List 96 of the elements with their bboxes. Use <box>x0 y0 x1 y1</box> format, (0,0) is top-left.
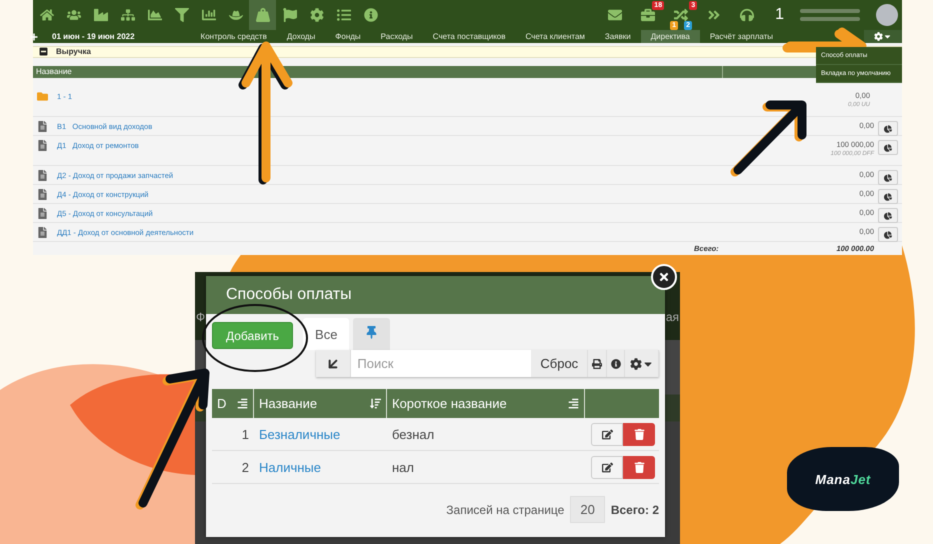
trash-icon <box>634 428 644 440</box>
edit-button[interactable] <box>591 456 623 478</box>
document-icon <box>37 140 48 151</box>
list-icon <box>336 8 350 22</box>
pie-chart-button[interactable] <box>878 140 898 155</box>
double-chevron-icon[interactable] <box>707 8 722 22</box>
column-header[interactable]: D <box>212 389 254 418</box>
home-icon <box>40 8 54 22</box>
edit-icon <box>602 428 612 440</box>
tab[interactable]: Все <box>303 318 350 350</box>
envelope-icon[interactable] <box>608 8 622 22</box>
total-count: Всего: 2 <box>610 502 659 516</box>
per-page-field[interactable]: 20 <box>570 496 605 523</box>
nav-tab[interactable]: Расчёт зарплаты <box>700 30 784 44</box>
delete-button[interactable] <box>623 422 655 446</box>
lines-icon[interactable] <box>568 398 579 409</box>
table-cell-text: нал <box>391 460 415 474</box>
info-icon <box>610 358 621 368</box>
settings-icon <box>310 8 324 22</box>
document-icon <box>37 189 48 200</box>
settings-button[interactable] <box>625 350 659 377</box>
background-text: Ф <box>196 310 206 324</box>
edit-button[interactable] <box>591 422 623 446</box>
pie-chart-button[interactable] <box>878 121 898 136</box>
pie-chart-icon <box>884 144 892 152</box>
settings-icon <box>874 32 883 42</box>
dialog-title: Способы оплаты <box>206 276 665 314</box>
sort-icon[interactable] <box>370 398 381 409</box>
name-link[interactable]: Наличные <box>254 460 387 474</box>
nav-tab[interactable]: Доходы <box>276 30 326 44</box>
briefcase-icon[interactable] <box>641 8 656 22</box>
flag-icon <box>282 8 296 22</box>
headset-icon[interactable] <box>740 8 754 22</box>
lines-icon[interactable] <box>237 398 248 409</box>
column-header[interactable]: Название <box>254 389 387 418</box>
document-icon <box>37 227 48 238</box>
nav-tab[interactable]: Счета поставщиков <box>422 30 516 44</box>
table-cell-text: 2 <box>240 460 250 474</box>
pie-chart-button[interactable] <box>878 208 898 223</box>
avatar[interactable] <box>876 4 898 26</box>
print-button[interactable] <box>588 350 607 377</box>
background-text: ая <box>666 310 679 324</box>
blurred-name-drawing <box>800 7 860 23</box>
document-icon <box>37 170 48 181</box>
info-button[interactable] <box>606 350 626 377</box>
reset-button[interactable]: Сброс <box>531 350 588 377</box>
shuffle-icon[interactable] <box>674 8 688 22</box>
nav-tab[interactable]: Счета клиентам <box>515 30 595 44</box>
section-title: Выручка <box>56 47 91 56</box>
pin-icon <box>365 326 378 339</box>
filter-icon <box>174 8 188 22</box>
nav-tab[interactable]: Расходы <box>370 30 423 44</box>
document-icon <box>37 208 48 219</box>
close-icon <box>658 271 670 283</box>
pie-chart-icon <box>884 174 892 182</box>
counter: 1 <box>775 6 784 24</box>
document-icon <box>37 121 48 132</box>
date-range[interactable]: 01 июн - 19 июн 2022 <box>52 30 135 44</box>
nav-tab[interactable]: Директива <box>640 30 700 44</box>
name-link[interactable]: Безналичные <box>254 426 387 442</box>
print-icon <box>592 358 602 368</box>
hierarchy-icon <box>120 8 134 22</box>
pie-chart-icon <box>884 192 892 200</box>
per-page-label: Записей на странице <box>446 502 564 516</box>
pie-chart-button[interactable] <box>878 227 898 242</box>
nav-tab[interactable]: Заявки <box>594 30 641 44</box>
column-header[interactable]: Короткое название <box>387 389 585 418</box>
users-icon <box>66 8 80 22</box>
folder-icon <box>37 91 48 102</box>
nav-tab[interactable]: Фонды <box>325 30 371 44</box>
factory-icon <box>94 8 108 22</box>
bar-chart-icon <box>202 8 216 22</box>
collapse-icon[interactable] <box>39 47 48 56</box>
pie-chart-icon <box>884 212 892 220</box>
weight-icon <box>256 8 270 22</box>
table-cell-text: безнал <box>391 426 436 442</box>
settings-dropdown[interactable] <box>864 30 902 44</box>
pie-chart-button[interactable] <box>878 170 898 185</box>
settings-icon <box>630 358 642 370</box>
logo: ManaJet <box>787 447 899 511</box>
arrow-button[interactable] <box>316 350 352 377</box>
toolbar-button[interactable] <box>249 0 276 30</box>
pie-chart-icon <box>884 124 892 132</box>
delete-button[interactable] <box>623 456 655 478</box>
trash-icon <box>634 462 644 472</box>
table-cell-text: 1 <box>240 426 250 442</box>
pie-chart-button[interactable] <box>878 189 898 204</box>
nav-tab[interactable]: Контроль средств <box>190 30 277 44</box>
search-field[interactable]: Поиск <box>351 350 532 377</box>
column-header: Название <box>33 66 723 78</box>
area-chart-icon <box>148 8 162 22</box>
hat-icon <box>228 8 242 22</box>
edit-icon <box>602 462 612 472</box>
plus-icon[interactable] <box>30 32 38 41</box>
pie-chart-icon <box>884 230 892 238</box>
info-icon <box>364 8 378 22</box>
